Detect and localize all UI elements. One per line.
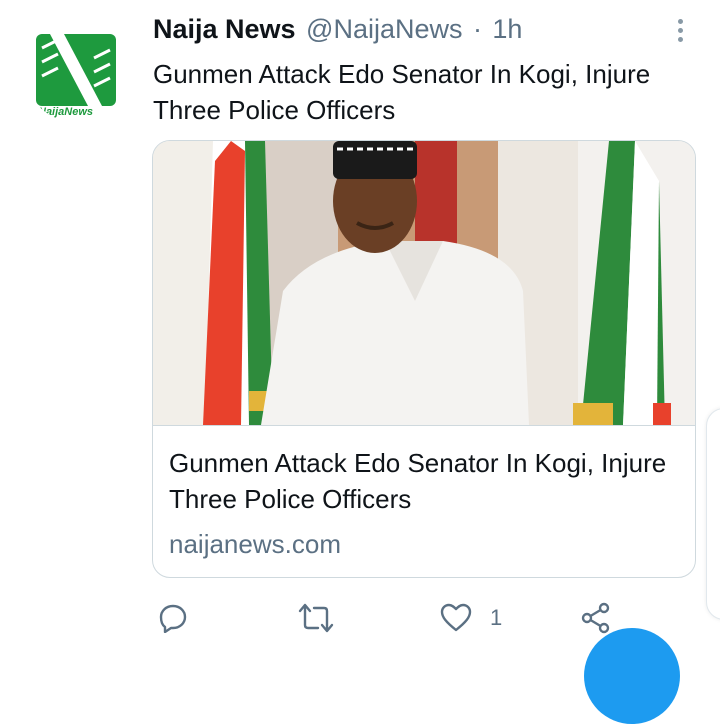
tweet-header: Naija News @NaijaNews · 1h bbox=[153, 14, 522, 50]
avatar-label: NaijaNews bbox=[38, 106, 94, 118]
card-image bbox=[153, 141, 695, 425]
separator-dot: · bbox=[472, 14, 482, 44]
card-divider bbox=[153, 425, 695, 426]
avatar[interactable]: NaijaNews bbox=[24, 18, 128, 122]
like-button[interactable]: 1 bbox=[440, 600, 502, 636]
author-name[interactable]: Naija News bbox=[153, 14, 296, 44]
tweet[interactable]: NaijaNews Naija News @NaijaNews · 1h Gun… bbox=[0, 0, 720, 724]
link-preview-card[interactable]: Gunmen Attack Edo Senator In Kogi, Injur… bbox=[152, 140, 696, 578]
author-handle[interactable]: @NaijaNews bbox=[306, 14, 462, 44]
reply-icon bbox=[159, 604, 187, 633]
like-count: 1 bbox=[490, 605, 503, 630]
tweet-actions: 1 bbox=[150, 600, 630, 640]
card-title: Gunmen Attack Edo Senator In Kogi, Injur… bbox=[169, 448, 667, 514]
card-domain: naijanews.com bbox=[169, 529, 341, 559]
more-vertical-icon bbox=[668, 19, 692, 42]
like-icon bbox=[440, 603, 472, 632]
tweet-text: Gunmen Attack Edo Senator In Kogi, Injur… bbox=[153, 59, 651, 125]
compose-button[interactable] bbox=[584, 628, 680, 724]
reply-button[interactable] bbox=[158, 600, 206, 636]
more-options-button[interactable] bbox=[668, 16, 692, 46]
retweet-icon bbox=[298, 603, 334, 633]
share-button[interactable] bbox=[580, 600, 612, 636]
next-card-edge bbox=[706, 408, 720, 620]
retweet-button[interactable] bbox=[298, 600, 352, 636]
timestamp[interactable]: 1h bbox=[492, 14, 522, 44]
share-icon bbox=[581, 602, 610, 634]
